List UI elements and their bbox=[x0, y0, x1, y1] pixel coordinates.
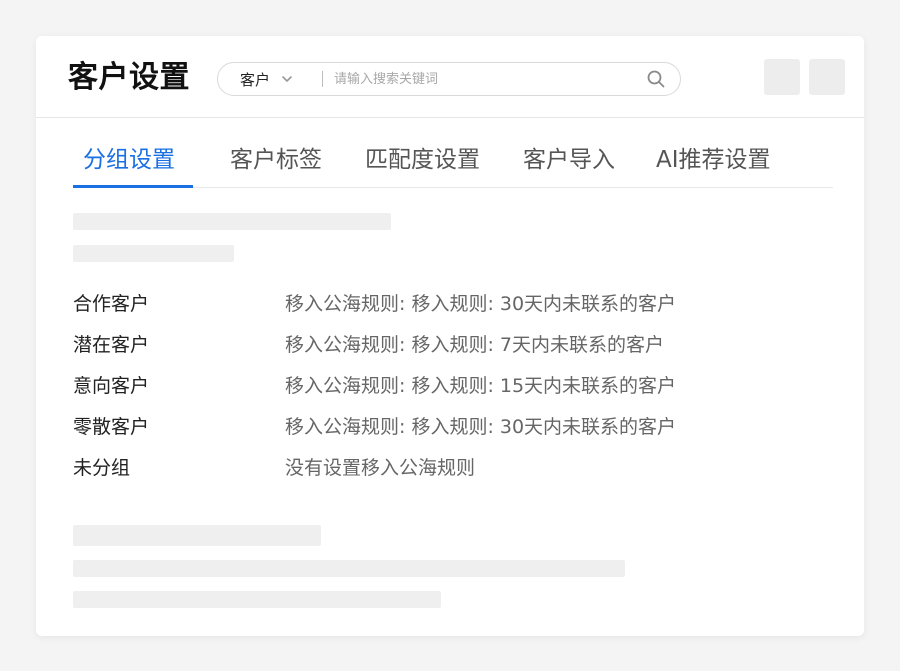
search-icon[interactable] bbox=[646, 69, 666, 89]
tab-label: 匹配度设置 bbox=[365, 147, 480, 173]
group-rule: 移入公海规则: 移入规则: 30天内未联系的客户 bbox=[285, 416, 677, 438]
page-title: 客户设置 bbox=[68, 60, 190, 95]
tab-label: AI推荐设置 bbox=[656, 147, 771, 173]
group-rule: 移入公海规则: 移入规则: 15天内未联系的客户 bbox=[285, 375, 677, 397]
group-row: 零散客户 移入公海规则: 移入规则: 30天内未联系的客户 bbox=[73, 413, 833, 454]
tab-customer-tags[interactable]: 客户标签 bbox=[230, 140, 322, 188]
header-action-button-1[interactable] bbox=[764, 59, 800, 95]
tab-customer-import[interactable]: 客户导入 bbox=[523, 140, 615, 188]
tab-match-settings[interactable]: 匹配度设置 bbox=[365, 140, 480, 188]
tab-group-settings[interactable]: 分组设置 bbox=[83, 140, 175, 188]
group-name: 意向客户 bbox=[73, 375, 150, 397]
group-row: 合作客户 移入公海规则: 移入规则: 30天内未联系的客户 bbox=[73, 290, 833, 331]
tab-label: 客户标签 bbox=[230, 147, 322, 173]
active-tab-indicator bbox=[73, 185, 193, 188]
search-scope-dropdown[interactable]: 客户 bbox=[240, 63, 294, 95]
group-name: 潜在客户 bbox=[73, 334, 150, 356]
group-row: 未分组 没有设置移入公海规则 bbox=[73, 454, 833, 495]
tab-ai-recommend-settings[interactable]: AI推荐设置 bbox=[656, 140, 771, 188]
tab-label: 分组设置 bbox=[83, 147, 175, 173]
skeleton-line-placeholder bbox=[73, 560, 625, 577]
group-list: 合作客户 移入公海规则: 移入规则: 30天内未联系的客户 潜在客户 移入公海规… bbox=[73, 290, 833, 495]
group-row: 潜在客户 移入公海规则: 移入规则: 7天内未联系的客户 bbox=[73, 331, 833, 372]
group-rule: 没有设置移入公海规则 bbox=[285, 457, 476, 479]
tab-bar: 分组设置 客户标签 匹配度设置 客户导入 AI推荐设置 bbox=[73, 140, 833, 188]
group-name: 合作客户 bbox=[73, 293, 150, 315]
search-input[interactable] bbox=[334, 67, 634, 91]
group-name: 零散客户 bbox=[73, 416, 150, 438]
search-scope-label: 客户 bbox=[240, 70, 271, 89]
search-bar: 客户 bbox=[217, 62, 681, 96]
group-row: 意向客户 移入公海规则: 移入规则: 15天内未联系的客户 bbox=[73, 372, 833, 413]
group-rule: 移入公海规则: 移入规则: 30天内未联系的客户 bbox=[285, 293, 677, 315]
chevron-down-icon bbox=[282, 76, 292, 82]
skeleton-line-placeholder bbox=[73, 591, 441, 608]
group-rule: 移入公海规则: 移入规则: 7天内未联系的客户 bbox=[285, 334, 664, 356]
search-divider bbox=[322, 71, 323, 87]
header-action-button-2[interactable] bbox=[809, 59, 845, 95]
skeleton-title-placeholder bbox=[73, 213, 391, 230]
header: 客户设置 客户 bbox=[36, 36, 864, 118]
skeleton-subtitle-placeholder bbox=[73, 245, 234, 262]
settings-card: 客户设置 客户 分组设置 客户标签 匹配度设置 bbox=[36, 36, 864, 636]
tab-label: 客户导入 bbox=[523, 147, 615, 173]
group-name: 未分组 bbox=[73, 457, 131, 479]
skeleton-section-title-placeholder bbox=[73, 525, 321, 546]
